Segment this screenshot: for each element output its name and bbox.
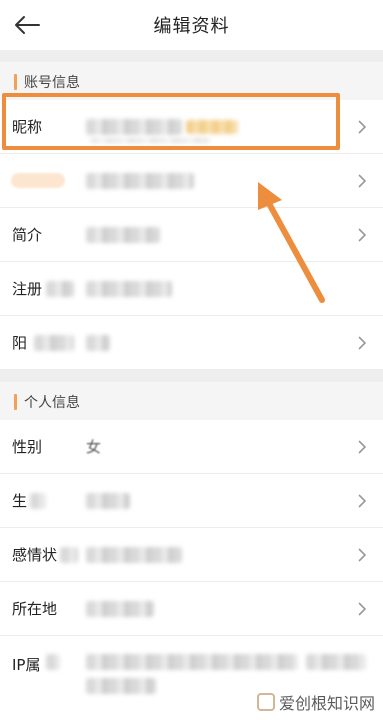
section-accent-bar: [14, 394, 17, 410]
relationship-label-blurred: [60, 547, 78, 563]
sunshine-value-blurred: [86, 335, 110, 351]
location-value-blurred: [86, 601, 154, 617]
badge-value-blurred: [86, 173, 194, 189]
intro-value-blurred: [86, 227, 160, 243]
top-bar: 编辑资料: [0, 0, 383, 50]
section-title-account: 账号信息: [24, 75, 80, 91]
row-label-birthday: 生: [12, 492, 28, 510]
section-accent-bar: [14, 74, 17, 90]
birthday-label-blurred: [30, 493, 46, 509]
arrow-left-icon: [15, 16, 40, 34]
row-label-location: 所在地: [12, 600, 58, 618]
relationship-value-blurred: [86, 547, 182, 563]
register-label-blurred: [46, 281, 74, 297]
row-location[interactable]: 所在地: [0, 582, 383, 636]
row-label-ip: IP属: [12, 656, 41, 674]
chevron-right-icon: [358, 602, 367, 616]
chevron-right-icon: [358, 228, 367, 242]
watermark-logo-icon: [256, 693, 275, 711]
row-intro[interactable]: 简介: [0, 208, 383, 262]
row-label-gender: 性别: [12, 438, 43, 456]
edit-profile-page: 编辑资料 账号信息 昵称 简介 注册 阳 个人信息 性别 女 生 感情状 所在地…: [0, 0, 383, 720]
row-register[interactable]: 注册: [0, 262, 383, 316]
row-label-register: 注册: [12, 280, 43, 298]
row-label-relationship: 感情状: [12, 546, 58, 564]
row-relationship[interactable]: 感情状: [0, 528, 383, 582]
page-title: 编辑资料: [153, 16, 230, 37]
gender-value: 女: [86, 438, 102, 456]
section-title-personal: 个人信息: [24, 395, 80, 411]
row-sunshine[interactable]: 阳: [0, 316, 383, 370]
nickname-tag-blurred: [186, 120, 238, 134]
divider-gap: [0, 50, 383, 62]
birthday-value-blurred: [86, 493, 130, 509]
row-label-sunshine: 阳: [12, 334, 28, 352]
ip-value-line1b-blurred: [306, 654, 366, 670]
ip-value-line2-blurred: [86, 678, 156, 694]
badge-pill-blurred: [11, 173, 65, 188]
row-gender[interactable]: 性别 女: [0, 420, 383, 474]
sunshine-label-blurred: [34, 335, 74, 351]
chevron-right-icon: [358, 336, 367, 350]
chevron-right-icon: [358, 440, 367, 454]
row-label-intro: 简介: [12, 226, 43, 244]
row-badge[interactable]: [0, 154, 383, 208]
watermark: 爱创根知识网: [256, 690, 375, 714]
chevron-right-icon: [358, 120, 367, 134]
divider-gap: [0, 370, 383, 382]
nickname-underline-blurred: [90, 138, 210, 143]
ip-label-blurred: [46, 654, 60, 670]
ip-value-line1-blurred: [86, 654, 298, 670]
row-birthday[interactable]: 生: [0, 474, 383, 528]
section-header-account: 账号信息: [0, 62, 383, 102]
section-header-personal: 个人信息: [0, 382, 383, 422]
nickname-value-blurred: [86, 119, 182, 135]
row-nickname[interactable]: 昵称: [0, 100, 383, 154]
chevron-right-icon: [358, 494, 367, 508]
row-label-nickname: 昵称: [12, 118, 43, 136]
watermark-text: 爱创根知识网: [278, 694, 375, 713]
chevron-right-icon: [358, 174, 367, 188]
back-button[interactable]: [10, 10, 44, 40]
register-value-blurred: [86, 281, 172, 297]
chevron-right-icon: [358, 548, 367, 562]
